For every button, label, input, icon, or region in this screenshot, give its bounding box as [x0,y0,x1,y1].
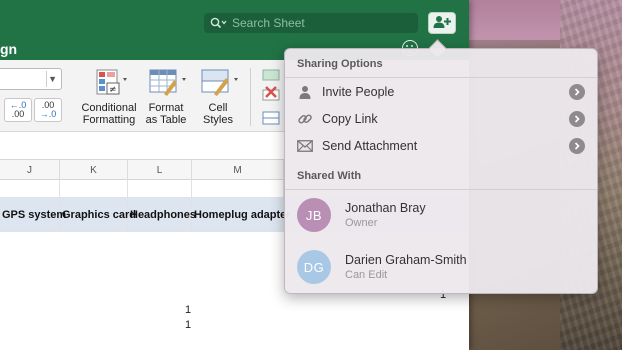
person-name: Jonathan Bray [345,201,426,215]
link-icon [297,111,313,127]
column-header-k[interactable]: K [60,160,128,180]
column-header-m[interactable]: M [192,160,284,180]
avatar: DG [297,250,331,284]
cell-styles-icon [198,68,238,98]
header-cell-gps[interactable]: GPS system [0,198,66,232]
sharing-options-title: Sharing Options [297,58,383,70]
send-attachment-label: Send Attachment [322,139,418,153]
avatar: JB [297,198,331,232]
header-cell-graphics[interactable]: Graphics card [60,198,136,232]
cell-value[interactable]: 1 [185,304,191,316]
conditional-formatting-icon: ≠ [89,68,129,98]
increase-decimal-line2: .00 [11,109,25,119]
dropdown-divider [46,71,47,87]
share-person-add-icon [432,15,452,32]
sharing-popover: Sharing Options Invite People Copy Link … [284,48,598,294]
increase-decimal-button[interactable]: ←.0 .00 [4,98,32,122]
cell-styles-label-2: Styles [203,114,233,126]
chevron-right-icon [569,138,585,154]
shared-person-jonathan[interactable]: JB Jonathan Bray Owner [297,196,587,236]
shared-with-title: Shared With [297,170,362,182]
conditional-formatting-label-1: Conditional [81,102,137,114]
person-name: Darien Graham-Smith [345,253,467,267]
invite-people-item[interactable]: Invite People [285,79,597,105]
column-header-j[interactable]: J [0,160,60,180]
divider [285,189,597,190]
cell[interactable] [192,180,284,198]
send-attachment-item[interactable]: Send Attachment [285,133,597,159]
search-input[interactable] [232,16,412,30]
person-icon [297,84,313,100]
cell-styles-button[interactable]: Cell Styles [194,68,242,126]
shared-person-darien[interactable]: DG Darien Graham-Smith Can Edit [297,248,587,288]
envelope-icon [297,138,313,154]
column-header-l[interactable]: L [128,160,192,180]
person-role: Can Edit [345,269,388,281]
format-as-table-icon [146,68,186,98]
cell-value[interactable]: 1 [185,319,191,331]
search-icon[interactable] [210,16,228,30]
svg-text:≠: ≠ [109,85,117,95]
divider [285,77,597,78]
chevron-right-icon [569,84,585,100]
number-format-dropdown[interactable]: ▼ [0,68,62,90]
cell-styles-label-1: Cell [208,102,228,114]
decrease-decimal-button[interactable]: .00 →.0 [34,98,62,122]
chevron-right-icon [569,111,585,127]
format-as-table-label-1: Format [148,102,184,114]
header-cell-homeplug[interactable]: Homeplug adapter [192,198,291,232]
decrease-decimal-line2: →.0 [39,109,57,119]
cell[interactable] [128,180,192,198]
ribbon-divider [250,68,251,126]
share-button[interactable] [428,12,456,34]
conditional-formatting-button[interactable]: ≠ Conditional Formatting [78,68,140,126]
format-as-table-label-2: as Table [145,114,187,126]
copy-link-item[interactable]: Copy Link [285,106,597,132]
chevron-down-icon: ▼ [48,74,57,84]
conditional-formatting-label-2: Formatting [82,114,136,126]
invite-people-label: Invite People [322,85,395,99]
cell[interactable] [60,180,128,198]
person-role: Owner [345,217,378,229]
search-box[interactable] [204,13,418,33]
header-cell-headphones[interactable]: Headphones [128,198,196,232]
ribbon-tab-design[interactable]: gn [0,38,28,60]
copy-link-label: Copy Link [322,112,378,126]
format-as-table-button[interactable]: Format as Table [142,68,190,126]
insert-delete-icons[interactable] [260,66,282,128]
cell[interactable] [0,180,60,198]
